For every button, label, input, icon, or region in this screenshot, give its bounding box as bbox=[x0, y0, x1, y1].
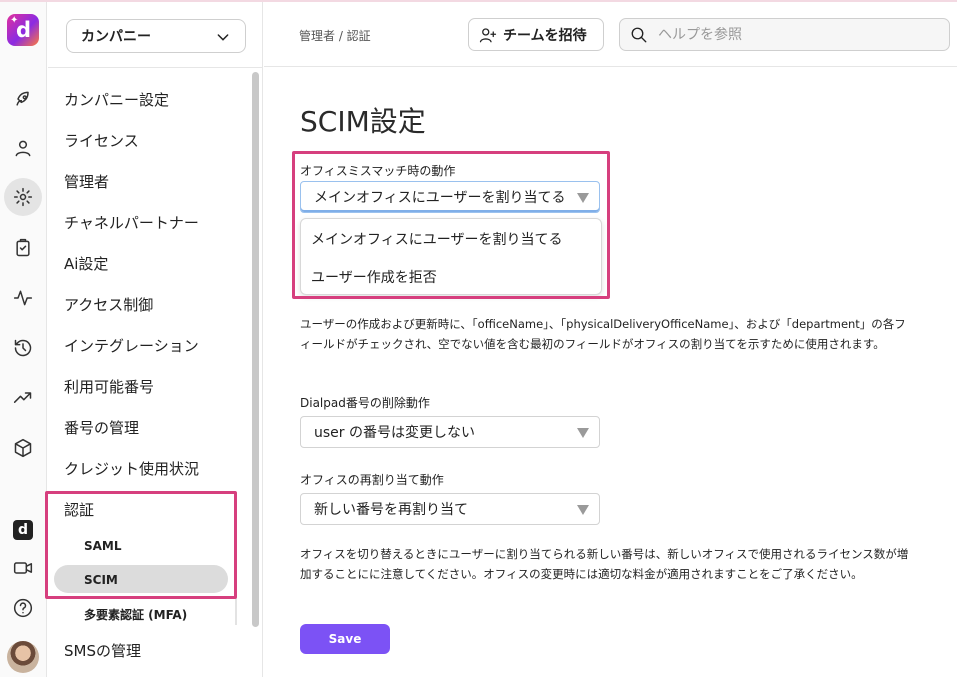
breadcrumb[interactable]: 管理者 / 認証 bbox=[299, 27, 371, 44]
delete-action-select[interactable]: user の番号は変更しない bbox=[300, 416, 600, 448]
sidebar-item-company-settings[interactable]: カンパニー設定 bbox=[64, 89, 169, 110]
save-button[interactable]: Save bbox=[300, 624, 390, 654]
company-select[interactable]: カンパニー bbox=[66, 19, 246, 53]
add-user-icon bbox=[479, 27, 497, 42]
help-search[interactable] bbox=[619, 18, 950, 51]
sidebar-item-admins[interactable]: 管理者 bbox=[64, 171, 109, 192]
office-description: ユーザーの作成および更新時に、「officeName」、「physicalDel… bbox=[300, 317, 906, 351]
sidebar-item-channel-partner[interactable]: チャネルパートナー bbox=[64, 212, 199, 233]
page-title: SCIM設定 bbox=[300, 105, 426, 138]
sidebar-item-access-control[interactable]: アクセス制御 bbox=[64, 294, 153, 315]
delete-action-value: user の番号は変更しない bbox=[314, 425, 475, 441]
dropdown-arrow-icon bbox=[577, 428, 589, 438]
trending-icon[interactable] bbox=[10, 385, 36, 411]
help-icon[interactable] bbox=[10, 595, 36, 621]
activity-icon[interactable] bbox=[10, 285, 36, 311]
invite-team-button[interactable]: チームを招待 bbox=[468, 18, 604, 51]
delete-action-label: Dialpad番号の削除動作 bbox=[300, 396, 430, 410]
sidebar-item-integrations[interactable]: インテグレーション bbox=[64, 335, 199, 356]
clipboard-icon[interactable] bbox=[10, 235, 36, 261]
sidebar-item-credit-usage[interactable]: クレジット使用状況 bbox=[64, 458, 199, 479]
reassign-action-value: 新しい番号を再割り当て bbox=[314, 502, 468, 518]
sidebar-item-number-management[interactable]: 番号の管理 bbox=[64, 417, 139, 438]
search-icon bbox=[631, 27, 647, 42]
dropdown-arrow-icon bbox=[577, 505, 589, 515]
icon-rail: ✦ d d bbox=[0, 2, 47, 677]
highlight-box bbox=[45, 491, 237, 599]
sidebar-item-licenses[interactable]: ライセンス bbox=[64, 130, 139, 151]
divider bbox=[48, 67, 263, 68]
box-icon[interactable] bbox=[10, 435, 36, 461]
reassign-action-select[interactable]: 新しい番号を再割り当て bbox=[300, 493, 600, 525]
dialpad-logo[interactable]: ✦ d bbox=[7, 14, 39, 46]
reassign-action-label: オフィスの再割り当て動作 bbox=[300, 473, 444, 487]
history-icon[interactable] bbox=[10, 335, 36, 361]
logo-letter: d bbox=[16, 18, 32, 42]
sidebar-subitem-mfa[interactable]: 多要素認証 (MFA) bbox=[84, 606, 187, 623]
sidebar: カンパニー カンパニー設定 ライセンス 管理者 チャネルパートナー Ai設定 ア… bbox=[45, 2, 263, 677]
video-icon[interactable] bbox=[10, 555, 36, 581]
avatar[interactable] bbox=[7, 641, 39, 673]
chevron-down-icon bbox=[217, 34, 229, 41]
dialpad-ai-icon[interactable]: d bbox=[10, 517, 36, 543]
main-content: SCIM設定 オフィスミスマッチ時の動作 メインオフィスにユーザーを割り当てる … bbox=[264, 68, 957, 677]
sidebar-item-available-numbers[interactable]: 利用可能番号 bbox=[64, 376, 154, 397]
gear-icon[interactable] bbox=[4, 178, 42, 216]
sidebar-item-ai-settings[interactable]: Ai設定 bbox=[64, 253, 108, 274]
rocket-icon[interactable] bbox=[10, 86, 36, 112]
reassign-description: オフィスを切り替えるときにユーザーに割り当てられる新しい番号は、新しいオフィスで… bbox=[300, 547, 909, 581]
highlight-box bbox=[292, 151, 610, 299]
person-icon[interactable] bbox=[10, 135, 36, 161]
header: 管理者 / 認証 チームを招待 bbox=[264, 2, 957, 67]
sidebar-item-sms-management[interactable]: SMSの管理 bbox=[64, 640, 141, 661]
invite-team-label: チームを招待 bbox=[503, 27, 587, 44]
company-select-value: カンパニー bbox=[81, 29, 151, 45]
search-input[interactable] bbox=[658, 26, 928, 43]
sidebar-scrollbar[interactable] bbox=[252, 72, 259, 627]
